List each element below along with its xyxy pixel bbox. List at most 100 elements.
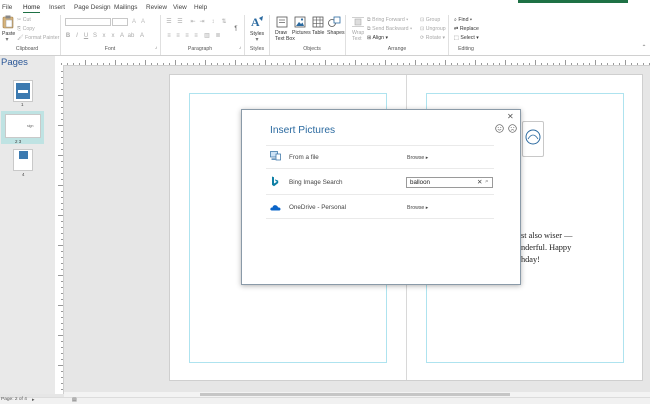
align-button[interactable]: ⊞ Align ▾ <box>367 35 388 41</box>
tab-help[interactable]: Help <box>194 3 207 13</box>
tab-view[interactable]: View <box>173 3 187 13</box>
shapes-icon[interactable] <box>328 16 341 28</box>
bold-icon[interactable]: B <box>64 33 72 40</box>
pictures-icon[interactable] <box>294 16 306 28</box>
bing-search-input[interactable]: balloon ✕ ⌕ <box>406 177 493 188</box>
ruler-tick <box>61 377 63 378</box>
copy-button[interactable]: ⎘ Copy <box>17 26 35 33</box>
bullets-icon[interactable]: ☰ <box>165 19 173 26</box>
decrease-indent-icon[interactable]: ⇤ <box>189 19 197 26</box>
collapse-ribbon-icon[interactable]: ⌃ <box>640 45 648 52</box>
search-input-value[interactable]: balloon <box>410 179 430 186</box>
page-text-line-2[interactable]: nderful. Happy <box>521 243 571 252</box>
find-button[interactable]: ⌕ Find ▾ <box>454 17 472 24</box>
sort-icon[interactable]: ⇅ <box>220 19 228 26</box>
numbering-icon[interactable]: ☰ <box>176 19 184 26</box>
replace-button[interactable]: ⇄ Replace <box>454 26 479 32</box>
format-painter-button[interactable]: 🖌 Format Painter <box>17 35 59 41</box>
page-thumbnail-4[interactable] <box>13 149 33 171</box>
clear-search-icon[interactable]: ✕ <box>477 178 482 186</box>
highlight-icon[interactable]: ab <box>127 33 135 40</box>
ruler-tick <box>589 63 590 65</box>
frown-feedback-icon[interactable] <box>508 124 517 133</box>
ruler-tick <box>61 107 63 108</box>
underline-icon[interactable]: U <box>82 33 90 40</box>
tab-page-design[interactable]: Page Design <box>74 3 111 13</box>
from-a-file-label[interactable]: From a file <box>289 154 319 161</box>
subscript-icon[interactable]: x <box>100 33 108 40</box>
align-right-icon[interactable]: ≡ <box>183 33 191 40</box>
from-file-browse-button[interactable]: Browse ▸ <box>407 155 428 161</box>
thumbnail-cloud <box>18 90 28 93</box>
search-icon[interactable]: ⌕ <box>485 178 489 186</box>
align-left-icon[interactable]: ≡ <box>165 33 173 40</box>
spacing-icon[interactable]: ≣ <box>214 33 222 40</box>
bring-forward-button[interactable]: ⧉ Bring Forward ▾ <box>367 17 408 24</box>
ruler-tick <box>499 63 500 65</box>
table-icon[interactable] <box>312 16 324 28</box>
columns-icon[interactable]: ▥ <box>203 33 211 40</box>
shrink-font-icon[interactable]: A <box>139 19 147 26</box>
wrap-text-icon[interactable] <box>352 16 364 28</box>
ruler-tick <box>445 60 446 65</box>
horizontal-scrollbar-thumb[interactable] <box>200 393 510 396</box>
cut-button[interactable]: ✂ Cut <box>17 17 31 23</box>
page-nav-icon[interactable]: ▸ <box>32 397 35 403</box>
pages-pane-title: Pages <box>1 57 28 68</box>
line-spacing-icon[interactable]: ↕ <box>209 19 217 26</box>
grow-font-icon[interactable]: A <box>130 19 138 26</box>
horizontal-ruler[interactable] <box>55 56 650 66</box>
increase-indent-icon[interactable]: ⇥ <box>198 19 206 26</box>
image-frame[interactable] <box>522 121 544 157</box>
font-size-box[interactable] <box>112 18 128 26</box>
find-icon: ⌕ <box>454 17 457 23</box>
justify-icon[interactable]: ≡ <box>192 33 200 40</box>
menu-tab-bar: File Home Insert Page Design Mailings Re… <box>0 3 650 14</box>
paste-dropdown-icon[interactable]: ▾ <box>3 37 11 44</box>
tab-file[interactable]: File <box>2 3 12 13</box>
italic-icon[interactable]: I <box>73 33 81 40</box>
font-dialog-launcher-icon[interactable]: ⌟ <box>152 44 160 51</box>
page-thumbnail-1[interactable] <box>13 80 33 102</box>
rotate-button[interactable]: ⟳ Rotate ▾ <box>420 35 445 41</box>
strikethrough-icon[interactable]: S <box>91 33 99 40</box>
page-number-status[interactable]: Page: 2 of 4 <box>1 397 27 403</box>
vertical-ruler[interactable] <box>55 65 64 394</box>
layout-icon[interactable]: ▤ <box>72 397 77 403</box>
ruler-tick <box>235 60 236 65</box>
close-icon[interactable]: ✕ <box>507 112 514 121</box>
send-backward-button[interactable]: ⧉ Send Backward ▾ <box>367 26 412 33</box>
paragraph-dialog-launcher-icon[interactable]: ⌟ <box>236 44 244 51</box>
group-button[interactable]: ⊡ Group <box>420 17 440 23</box>
pictures-button[interactable]: Pictures <box>292 30 311 36</box>
table-button[interactable]: Table <box>312 30 324 36</box>
superscript-icon[interactable]: x <box>109 33 117 40</box>
tab-home[interactable]: Home <box>23 3 41 14</box>
smile-feedback-icon[interactable] <box>495 124 504 133</box>
draw-text-box-icon[interactable] <box>276 16 288 28</box>
objects-group-label: Objects <box>303 46 321 52</box>
font-color-icon[interactable]: A <box>138 33 146 40</box>
ungroup-button[interactable]: ⊡ Ungroup <box>420 26 446 32</box>
shapes-button[interactable]: Shapes <box>327 30 345 36</box>
styles-dropdown-icon[interactable]: ▾ <box>253 37 261 44</box>
page-text-line-1[interactable]: st also wiser — <box>521 231 572 240</box>
onedrive-personal-label[interactable]: OneDrive - Personal <box>289 204 346 211</box>
tab-insert[interactable]: Insert <box>49 3 65 13</box>
editing-group-label: Editing <box>458 46 474 52</box>
page-thumbnail-2-3[interactable]: sign <box>5 114 41 138</box>
paste-icon[interactable] <box>2 15 14 29</box>
show-paragraph-marks-icon[interactable]: ¶ <box>232 26 240 33</box>
change-case-icon[interactable]: A <box>118 33 126 40</box>
tab-mailings[interactable]: Mailings <box>114 3 137 13</box>
wrap-text-button[interactable]: Wrap Text <box>352 30 364 42</box>
row-divider <box>266 145 494 146</box>
page-text-line-3[interactable]: hday! <box>521 255 540 264</box>
ruler-tick <box>58 275 63 276</box>
font-name-box[interactable] <box>65 18 111 26</box>
styles-icon[interactable]: A <box>250 15 264 29</box>
tab-review[interactable]: Review <box>146 3 167 13</box>
select-button[interactable]: ⬚ Select ▾ <box>454 35 479 41</box>
align-center-icon[interactable]: ≡ <box>174 33 182 40</box>
onedrive-browse-button[interactable]: Browse ▸ <box>407 205 428 211</box>
